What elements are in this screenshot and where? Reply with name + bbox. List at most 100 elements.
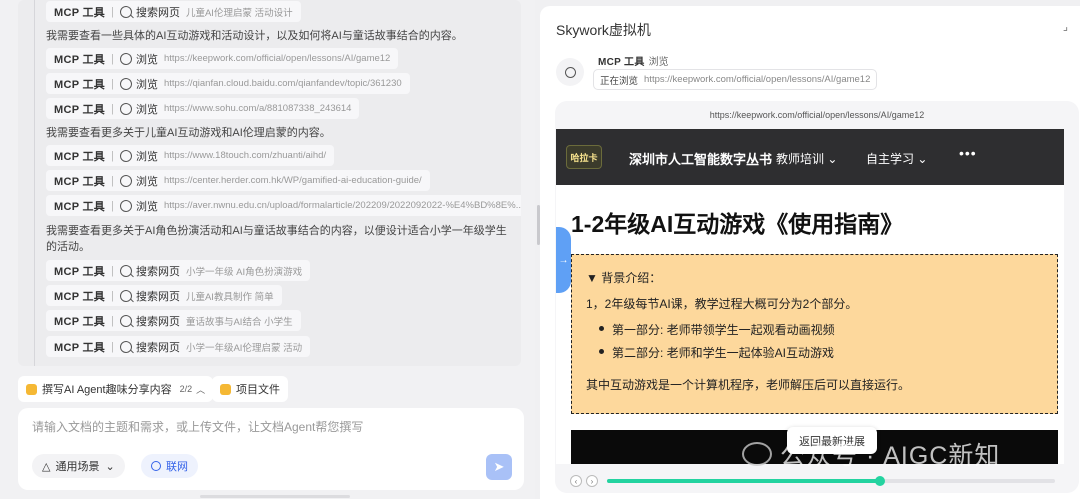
composer[interactable]: 请输入文档的主题和需求，或上传文件，让文档Agent帮您撰写 △ 通用场景 ⌄ … [18,408,524,490]
prev-icon[interactable]: ‹ [570,475,582,487]
collapse-icon[interactable]: ⌟ [1063,20,1068,33]
tool-call-chip[interactable]: MCP 工具 | 浏览 https://qianfan.cloud.baidu.com… [46,73,410,94]
prompt-input[interactable]: 请输入文档的主题和需求，或上传文件，让文档Agent帮您撰写 [32,418,363,435]
web-search-label: 联网 [166,461,188,473]
tool-call-row[interactable]: MCP 工具 | 浏览 https://www.sohu.com/a/88108733… [46,98,360,119]
tool-call-chip[interactable]: MCP 工具 | 搜索网页 儿童AI伦理启蒙 活动设计 [46,1,301,22]
expand-tab[interactable]: → [556,227,571,293]
tool-action: 浏览 [135,200,158,213]
tool-call-chip[interactable]: MCP 工具 | 浏览 https://keepwork.com/official/o… [46,48,399,69]
replay-controls: ‹ › [555,470,1079,490]
browse-icon [119,52,132,65]
tool-query: 小学一年级AI伦理启蒙 活动 [185,342,303,354]
tool-call-row[interactable]: MCP 工具 | 搜索网页 小学一年级 AI角色扮演游戏 [46,260,311,281]
site-logo[interactable]: 哈拉卡 [566,145,602,169]
tool-action: 搜索网页 [135,290,180,303]
tool-call-row[interactable]: MCP 工具 | 搜索网页 童话故事与AI结合 小学生 [46,310,301,331]
tool-call-row[interactable]: MCP 工具 | 浏览 https://aver.nwnu.edu.cn/upload… [46,195,521,216]
callout-title[interactable]: ▼ 背景介绍： [586,269,661,286]
tool-query: https://keepwork.com/official/open/lesso… [163,53,391,64]
search-icon [119,340,132,353]
browse-icon [119,199,132,212]
chevron-up-icon[interactable]: ︿ [196,383,205,396]
send-button[interactable]: ➤ [486,454,512,480]
tool-call-chip[interactable]: MCP 工具 | 搜索网页 儿童AI教具制作 简单 [46,285,282,306]
tool-label: MCP 工具 [598,57,645,68]
mcp-label: MCP 工具 [54,6,106,19]
task-chip[interactable]: 撰写AI Agent趣味分享内容 2/2 ︿ [18,376,214,402]
web-search-toggle[interactable]: 联网 [141,454,198,478]
nav-self-learning[interactable]: 自主学习 ⌄ [866,150,927,167]
timeline-rail [34,0,35,366]
divider: | [111,199,114,212]
status-url: https://keepwork.com/official/open/lesso… [644,74,871,85]
tool-query: 儿童AI教具制作 简单 [185,291,274,303]
task-count: 2/2 [179,384,193,394]
tool-call-chip[interactable]: MCP 工具 | 浏览 https://www.18touch.com/zhuanti… [46,145,335,166]
mcp-label: MCP 工具 [54,200,106,213]
mcp-label: MCP 工具 [54,150,106,163]
watermark: 公众号 · AIGC新知 [742,436,1000,472]
mcp-label: MCP 工具 [54,78,106,91]
callout-text: 其中互动游戏是一个计算机程序，老师解压后可以直接运行。 [586,378,911,392]
divider: | [111,52,114,65]
tool-call-row[interactable]: MCP 工具 | 浏览 https://www.18touch.com/zhuanti… [46,145,335,166]
page-heading: 1-2年级AI互动游戏《使用指南》 [571,211,904,237]
vm-title: Skywork虚拟机 [556,22,651,38]
mcp-label: MCP 工具 [54,315,106,328]
progress-track[interactable] [607,476,1055,486]
tool-call-row[interactable]: MCP 工具 | 搜索网页 儿童AI伦理启蒙 活动设计 [46,1,301,22]
mcp-label: MCP 工具 [54,341,106,354]
tool-call-chip[interactable]: MCP 工具 | 浏览 https://center.herder.com.hk/WP… [46,170,430,191]
tool-query: 童话故事与AI结合 小学生 [185,316,293,328]
more-icon[interactable]: ••• [959,145,977,161]
background-callout: ▼ 背景介绍： 1，2年级每节AI课，教学过程大概可分为2个部分。 第一部分: … [571,254,1058,414]
mcp-label: MCP 工具 [54,175,106,188]
tool-call-row[interactable]: MCP 工具 | 浏览 https://qianfan.cloud.baidu.com… [46,73,410,94]
tool-call-chip[interactable]: MCP 工具 | 浏览 https://aver.nwnu.edu.cn/upload… [46,195,521,216]
tool-call-row[interactable]: MCP 工具 | 搜索网页 小学一年级AI伦理启蒙 活动 [46,336,311,357]
divider: | [111,149,114,162]
arrow-right-icon: → [558,254,569,266]
search-icon [119,5,132,18]
divider: | [111,174,114,187]
divider: | [111,77,114,90]
site-name[interactable]: 深圳市人工智能数字丛书 [629,149,772,168]
tool-call-row[interactable]: MCP 工具 | 搜索网页 儿童AI教具制作 简单 [46,285,282,306]
tool-call-chip[interactable]: MCP 工具 | 搜索网页 小学一年级 AI角色扮演游戏 [46,260,311,281]
site-nav: 哈拉卡 深圳市人工智能数字丛书 教师培训 ⌄ 自主学习 ⌄ ••• [556,129,1064,185]
status-label: 正在浏览 [600,75,639,87]
tool-call-chip[interactable]: MCP 工具 | 搜索网页 小学一年级AI伦理启蒙 活动 [46,336,311,357]
tool-action: 搜索网页 [135,6,180,19]
divider: | [111,264,114,277]
tool-query: 儿童AI伦理启蒙 活动设计 [185,7,293,19]
search-icon [119,289,132,302]
scene-icon: △ [42,460,51,473]
agent-message: 我需要查看更多关于AI角色扮演活动和AI与童话故事结合的内容，以便设计适合小学一… [46,225,507,253]
tool-call-row[interactable]: MCP 工具 | 浏览 https://center.herder.com.hk/WP… [46,170,430,191]
scene-select[interactable]: △ 通用场景 ⌄ [32,454,125,478]
tool-action: 浏览 [135,53,158,66]
project-files-label: 项目文件 [236,384,280,396]
next-icon[interactable]: › [586,475,598,487]
tool-action: 浏览 [135,175,158,188]
divider: | [111,340,114,353]
tool-call-chip[interactable]: MCP 工具 | 浏览 https://www.sohu.com/a/88108733… [46,98,360,119]
tool-action: 搜索网页 [135,315,180,328]
search-icon [119,264,132,277]
folder-icon [220,383,231,395]
virtual-machine-panel: Skywork虚拟机 ⌟ MCP 工具 浏览 正在浏览 https://keepw… [540,6,1080,499]
browse-icon [119,174,132,187]
nav-teacher-training[interactable]: 教师培训 ⌄ [776,150,837,167]
tool-call-row[interactable]: MCP 工具 | 浏览 https://keepwork.com/official/o… [46,48,399,69]
list-item: 第二部分: 老师和学生一起体验AI互动游戏 [598,346,835,360]
agent-message: 我需要查看一些具体的AI互动游戏和活动设计，以及如何将AI与童话故事结合的内容。 [46,30,463,42]
browse-icon [556,58,584,86]
project-files-chip[interactable]: 项目文件 [212,376,288,402]
divider: | [111,102,114,115]
tool-call-chip[interactable]: MCP 工具 | 搜索网页 童话故事与AI结合 小学生 [46,310,301,331]
progress-fill [607,479,881,483]
progress-knob[interactable] [875,476,886,486]
mcp-label: MCP 工具 [54,290,106,303]
web-page: 哈拉卡 深圳市人工智能数字丛书 教师培训 ⌄ 自主学习 ⌄ ••• 1-2年级A… [556,129,1064,464]
